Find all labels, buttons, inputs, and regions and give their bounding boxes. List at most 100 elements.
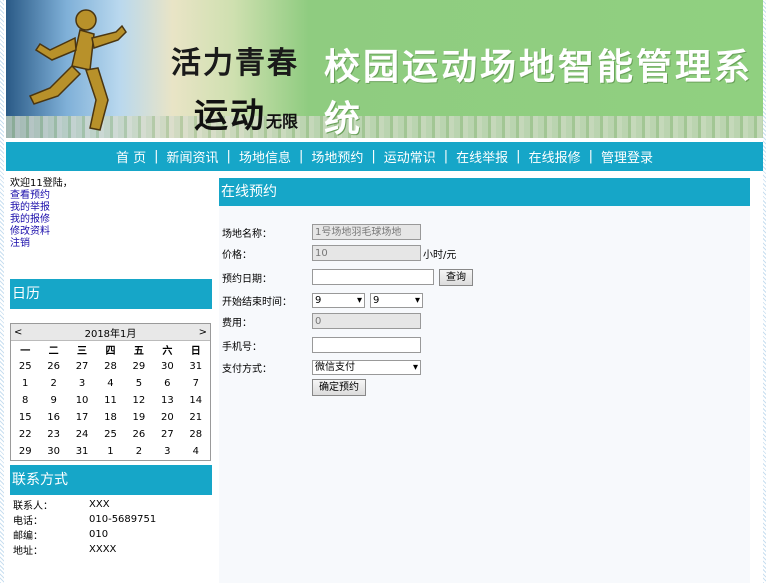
start-time-value: 9 [315,294,322,306]
calendar-prev-icon[interactable]: < [14,327,22,338]
banner-slogan-line1: 活力青春 [171,46,299,81]
calendar-day[interactable]: 29 [11,443,39,460]
calendar-day[interactable]: 20 [153,409,181,426]
price-unit: 小时/元 [423,249,457,261]
calendar-day[interactable]: 27 [153,426,181,443]
nav-item-home[interactable]: 首 页 [108,147,154,166]
banner-slogan-line2: 运动无限 [194,88,298,137]
venue-name-field[interactable]: 1号场地羽毛球场地 [312,224,421,240]
runner-figure-icon [28,9,127,131]
contact-label: 地址： [13,546,43,557]
calendar-day[interactable]: 26 [39,358,67,375]
calendar-day[interactable]: 31 [68,443,96,460]
calendar-day[interactable]: 18 [96,409,124,426]
calendar-week-row: 8 9 10 11 12 13 14 [11,392,210,409]
calendar-day[interactable]: 27 [68,358,96,375]
calendar-day[interactable]: 6 [153,375,181,392]
payment-method-select[interactable]: 微信支付 ▾ [312,359,421,375]
calendar-day[interactable]: 29 [125,358,153,375]
price-row: 价格： 10 小时/元 [222,243,522,263]
calendar-next-icon[interactable]: > [199,327,207,338]
link-my-reports[interactable]: 我的举报 [10,202,212,214]
time-row: 开始结束时间： 9 ▾ 9 ▾ [222,290,522,310]
fee-label: 费用： [222,317,252,329]
site-banner: 活力青春 运动无限 校园运动场地智能管理系统 [6,0,763,138]
calendar-day[interactable]: 15 [11,409,39,426]
calendar-day[interactable]: 9 [39,392,67,409]
end-time-select[interactable]: 9 ▾ [370,292,423,308]
phone-input[interactable] [312,337,421,353]
calendar-day[interactable]: 3 [68,375,96,392]
calendar-day[interactable]: 4 [182,443,210,460]
nav-item-tips[interactable]: 运动常识 [376,147,444,166]
calendar-day[interactable]: 1 [96,443,124,460]
calendar-day[interactable]: 19 [125,409,153,426]
weekday-cell: 四 [105,346,116,357]
booking-date-input[interactable] [312,269,434,285]
link-logout[interactable]: 注销 [10,238,212,250]
weekday-cell: 一 [20,346,31,357]
calendar-day[interactable]: 3 [153,443,181,460]
calendar-day[interactable]: 21 [182,409,210,426]
calendar-day[interactable]: 12 [125,392,153,409]
nav-item-admin-login[interactable]: 管理登录 [593,147,661,166]
payment-method-value: 微信支付 [315,361,355,373]
calendar-day[interactable]: 5 [125,375,153,392]
calendar-day[interactable]: 11 [96,392,124,409]
contact-row: 邮编： 010 [10,527,159,542]
calendar-day[interactable]: 14 [182,392,210,409]
calendar-heading: 日历 [10,279,212,309]
query-button[interactable]: 查询 [439,268,473,286]
contact-row: 地址： XXXX [10,542,159,557]
nav-item-news[interactable]: 新闻资讯 [159,147,227,166]
calendar-day[interactable]: 30 [39,443,67,460]
calendar-day[interactable]: 28 [182,426,210,443]
calendar-day[interactable]: 30 [153,358,181,375]
calendar-day[interactable]: 2 [39,375,67,392]
nav-item-venues[interactable]: 场地信息 [231,147,299,166]
calendar-day[interactable]: 16 [39,409,67,426]
calendar-day[interactable]: 22 [11,426,39,443]
calendar-day[interactable]: 25 [96,426,124,443]
calendar-day[interactable]: 26 [125,426,153,443]
fee-field[interactable]: 0 [312,313,421,329]
venue-label: 场地名称： [222,228,272,240]
nav-item-booking[interactable]: 场地预约 [303,147,371,166]
confirm-booking-button[interactable]: 确定预约 [312,378,366,396]
price-field[interactable]: 10 [312,245,421,261]
date-row: 预约日期： 查询 [222,267,522,287]
chevron-down-icon: ▾ [412,361,418,373]
calendar-day[interactable]: 25 [11,358,39,375]
calendar-widget: < 2018年1月 > 一 二 三 四 五 六 日 25 26 27 28 29… [10,323,211,461]
calendar-day[interactable]: 8 [11,392,39,409]
contact-value: XXX [89,499,110,510]
calendar-day[interactable]: 23 [39,426,67,443]
contact-label: 电话： [13,516,43,527]
calendar-day[interactable]: 28 [96,358,124,375]
submit-row: 确定预约 [222,377,522,397]
calendar-day[interactable]: 31 [182,358,210,375]
link-edit-profile[interactable]: 修改资料 [10,226,212,238]
contact-row: 联系人： XXX [10,497,159,512]
calendar-weekday-row: 一 二 三 四 五 六 日 [11,341,210,358]
time-label: 开始结束时间： [222,296,292,308]
calendar-day[interactable]: 24 [68,426,96,443]
calendar-day[interactable]: 4 [96,375,124,392]
contact-heading: 联系方式 [10,465,212,495]
contact-label: 联系人： [13,501,53,512]
welcome-block: 欢迎11登陆， 查看预约 我的举报 我的报修 修改资料 注销 [10,178,212,250]
calendar-day[interactable]: 13 [153,392,181,409]
calendar-day[interactable]: 2 [125,443,153,460]
calendar-day[interactable]: 7 [182,375,210,392]
link-my-repairs[interactable]: 我的报修 [10,214,212,226]
nav-item-repair[interactable]: 在线报修 [521,147,589,166]
calendar-day[interactable]: 1 [11,375,39,392]
nav-item-report[interactable]: 在线举报 [448,147,516,166]
contact-value: 010 [89,529,109,540]
calendar-day[interactable]: 17 [68,409,96,426]
start-time-select[interactable]: 9 ▾ [312,292,365,308]
calendar-day[interactable]: 10 [68,392,96,409]
link-view-bookings[interactable]: 查看预约 [10,190,212,202]
main-content: 在线预约 场地名称： 1号场地羽毛球场地 价格： 10 小时/元 预约日期： 查… [219,178,750,583]
system-title: 校园运动场地智能管理系统 [324,46,754,138]
